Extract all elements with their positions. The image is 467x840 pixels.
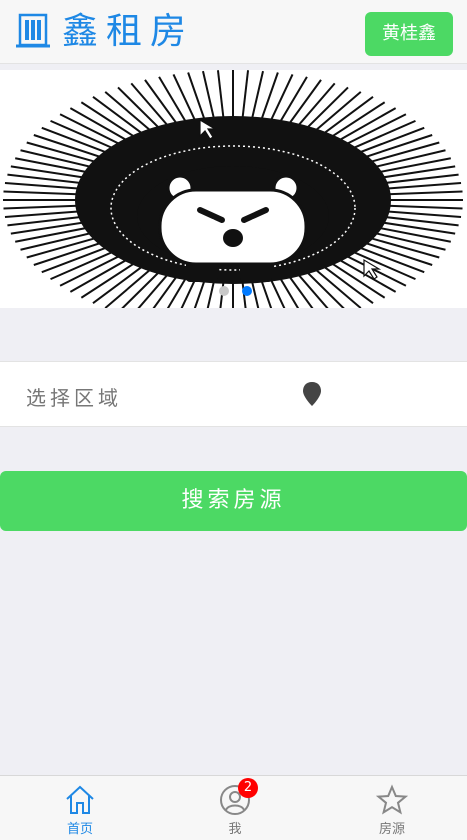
bottom-tab-bar: 首页 2 我 房源 xyxy=(0,775,467,840)
carousel-indicator xyxy=(0,286,467,298)
home-icon xyxy=(66,785,94,814)
search-button[interactable]: 搜索房源 xyxy=(0,471,467,531)
notification-badge: 2 xyxy=(238,778,258,798)
area-selector[interactable]: 选择区域 xyxy=(0,361,467,427)
banner-carousel[interactable] xyxy=(0,70,467,308)
building-icon xyxy=(16,13,50,48)
carousel-dot-active[interactable] xyxy=(242,286,252,296)
app-title: 鑫租房 xyxy=(62,11,195,52)
carousel-dot[interactable] xyxy=(219,286,229,296)
tab-listings-label: 房源 xyxy=(378,822,405,837)
app-header: 鑫租房 黄桂鑫 xyxy=(0,0,467,64)
tab-listings[interactable]: 房源 xyxy=(342,776,442,840)
user-button[interactable]: 黄桂鑫 xyxy=(365,12,453,56)
area-label: 选择区域 xyxy=(26,386,122,410)
tab-me-label: 我 xyxy=(228,822,242,837)
tab-home[interactable]: 首页 xyxy=(30,776,130,840)
location-pin-icon xyxy=(303,382,321,406)
star-icon xyxy=(376,784,408,815)
tab-home-label: 首页 xyxy=(66,822,93,837)
hedgehog-illustration xyxy=(3,70,463,308)
tab-me[interactable]: 2 我 xyxy=(185,776,285,840)
